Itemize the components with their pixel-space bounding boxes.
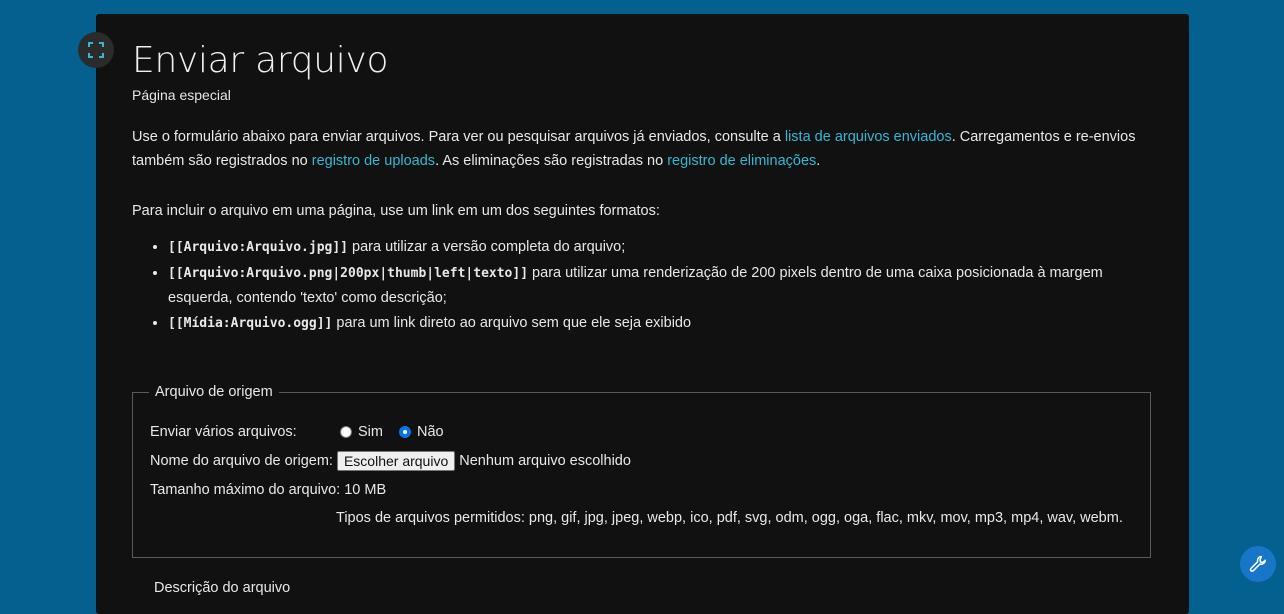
wrench-icon xyxy=(1249,555,1266,572)
formats-list: [[Arquivo:Arquivo.jpg]] para utilizar a … xyxy=(132,235,1153,336)
allowed-types-row: Tipos de arquivos permitidos: png, gif, … xyxy=(336,510,1123,526)
choose-file-button[interactable]: Escolher arquivo xyxy=(336,451,456,471)
page-subtitle: Página especial xyxy=(132,87,231,103)
multi-upload-row: Enviar vários arquivos: Sim Não xyxy=(150,424,444,440)
format-code: [[Arquivo:Arquivo.png|200px|thumb|left|t… xyxy=(168,265,529,281)
multi-upload-yes-radio[interactable] xyxy=(340,426,352,438)
file-status-text: Nenhum arquivo escolhido xyxy=(459,453,631,469)
intro-text: Use o formulário abaixo para enviar arqu… xyxy=(132,129,785,145)
source-file-legend: Arquivo de origem xyxy=(155,384,273,400)
multi-upload-label: Enviar vários arquivos: xyxy=(150,424,297,440)
list-item: [[Mídia:Arquivo.ogg]] para um link diret… xyxy=(168,311,1153,337)
max-size-text: Tamanho máximo do arquivo: 10 MB xyxy=(150,482,387,498)
multi-upload-no-label[interactable]: Não xyxy=(417,424,444,440)
upload-log-link[interactable]: registro de uploads xyxy=(312,153,435,169)
formats-intro: Para incluir o arquivo em uma página, us… xyxy=(132,203,660,219)
tools-button[interactable] xyxy=(1240,546,1276,582)
deletion-log-link[interactable]: registro de eliminações xyxy=(667,153,816,169)
list-item: [[Arquivo:Arquivo.jpg]] para utilizar a … xyxy=(168,235,1153,261)
expand-icon xyxy=(88,42,104,58)
allowed-types-text: Tipos de arquivos permitidos: png, gif, … xyxy=(336,510,1123,526)
source-file-fieldset: Arquivo de origem Enviar vários arquivos… xyxy=(132,384,1151,558)
description-legend: Descrição do arquivo xyxy=(154,580,291,596)
page-title: Enviar arquivo xyxy=(132,40,389,81)
fullscreen-button[interactable] xyxy=(78,32,114,68)
multi-upload-yes-label[interactable]: Sim xyxy=(358,424,383,440)
main-content: Enviar arquivo Página especial Use o for… xyxy=(132,14,1153,596)
content-panel: Enviar arquivo Página especial Use o for… xyxy=(96,14,1189,614)
intro-paragraph: Use o formulário abaixo para enviar arqu… xyxy=(132,125,1153,173)
format-description: para um link direto ao arquivo sem que e… xyxy=(332,314,692,331)
multi-upload-no-radio[interactable] xyxy=(398,426,411,438)
source-file-label: Nome do arquivo de origem: xyxy=(150,453,333,469)
max-size-row: Tamanho máximo do arquivo: 10 MB xyxy=(150,482,386,498)
intro-text: . xyxy=(816,153,821,169)
intro-text: . As eliminações são registradas no xyxy=(435,153,668,169)
source-file-row: Nome do arquivo de origem: Escolher arqu… xyxy=(150,451,631,471)
format-code: [[Arquivo:Arquivo.jpg]] xyxy=(168,240,349,255)
format-code: [[Mídia:Arquivo.ogg]] xyxy=(168,315,333,331)
format-description: para utilizar a versão completa do arqui… xyxy=(348,239,626,255)
file-list-link[interactable]: lista de arquivos enviados xyxy=(785,129,952,145)
list-item: [[Arquivo:Arquivo.png|200px|thumb|left|t… xyxy=(168,261,1153,311)
